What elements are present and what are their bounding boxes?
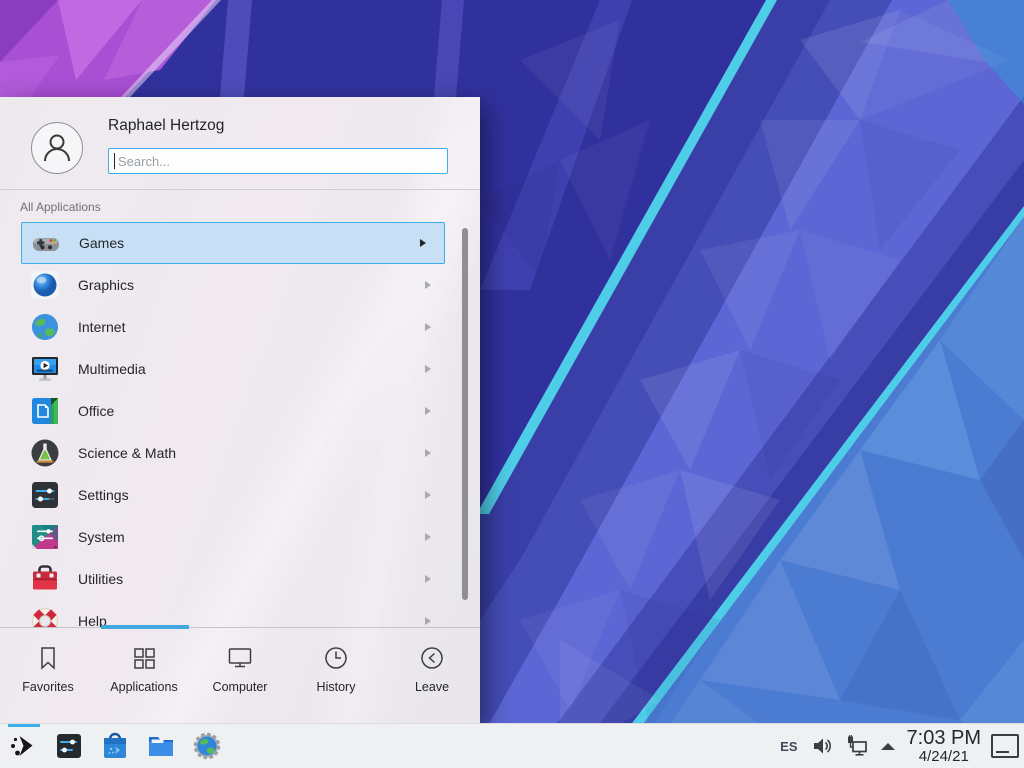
submenu-arrow-icon [425, 533, 431, 541]
launcher-footer: Favorites Applications Computer [0, 627, 480, 723]
software-center-button[interactable] [92, 724, 138, 768]
text-caret [114, 153, 115, 169]
clock-date: 4/24/21 [907, 749, 981, 765]
tab-label: Applications [110, 680, 177, 694]
user-avatar[interactable] [31, 122, 83, 174]
expand-tray-icon[interactable] [881, 743, 895, 750]
tab-applications[interactable]: Applications [96, 628, 192, 723]
kali-menu-icon [8, 731, 38, 761]
tab-history[interactable]: History [288, 628, 384, 723]
clock-time: 7:03 PM [907, 728, 981, 749]
keyboard-layout-indicator[interactable]: ES [780, 739, 797, 754]
gamepad-icon [30, 228, 62, 260]
file-manager-button[interactable] [138, 724, 184, 768]
category-multimedia[interactable]: Multimedia [0, 348, 480, 390]
category-label: Multimedia [78, 361, 146, 377]
user-name: Raphael Hertzog [108, 117, 224, 135]
submenu-arrow-icon [425, 365, 431, 373]
file-manager-icon [145, 730, 177, 762]
active-tab-indicator [101, 625, 189, 629]
leave-icon [418, 644, 446, 672]
category-list: Games Graphics [0, 222, 480, 627]
network-icon[interactable] [845, 734, 869, 758]
tab-label: Computer [213, 680, 268, 694]
graphics-orb-icon [29, 269, 61, 301]
volume-icon[interactable] [811, 735, 833, 757]
lifebuoy-icon [29, 605, 61, 627]
system-settings-icon [53, 730, 85, 762]
category-utilities[interactable]: Utilities [0, 558, 480, 600]
launcher-header: Raphael Hertzog [0, 97, 480, 190]
category-label: Office [78, 403, 114, 419]
category-label: Settings [78, 487, 129, 503]
category-label: Utilities [78, 571, 123, 587]
software-center-icon [99, 730, 131, 762]
submenu-arrow-icon [425, 281, 431, 289]
submenu-arrow-icon [425, 407, 431, 415]
office-document-icon [29, 395, 61, 427]
app-launcher-button[interactable] [0, 724, 46, 768]
category-office[interactable]: Office [0, 390, 480, 432]
category-internet[interactable]: Internet [0, 306, 480, 348]
sliders-icon [29, 479, 61, 511]
category-label: Internet [78, 319, 125, 335]
show-desktop-button[interactable] [991, 734, 1019, 758]
flask-icon [29, 437, 61, 469]
tab-label: Leave [415, 680, 449, 694]
submenu-arrow-icon [425, 323, 431, 331]
submenu-arrow-icon [425, 491, 431, 499]
submenu-arrow-icon [420, 239, 426, 247]
globe-icon [29, 311, 61, 343]
scrollbar[interactable] [462, 228, 468, 600]
grid-icon [130, 644, 158, 672]
clock-icon [322, 644, 350, 672]
tab-label: History [317, 680, 356, 694]
category-help[interactable]: Help [0, 600, 480, 627]
tab-favorites[interactable]: Favorites [0, 628, 96, 723]
category-label: System [78, 529, 125, 545]
category-games[interactable]: Games [21, 222, 445, 264]
toolbox-icon [29, 563, 61, 595]
category-science-math[interactable]: Science & Math [0, 432, 480, 474]
desktop: Raphael Hertzog All Applications [0, 0, 1024, 768]
monitor-icon [226, 644, 254, 672]
web-browser-button[interactable] [184, 724, 230, 768]
system-tray: ES [780, 724, 1024, 768]
media-screen-icon [29, 353, 61, 385]
user-silhouette-icon [37, 128, 77, 168]
digital-clock[interactable]: 7:03 PM 4/24/21 [907, 728, 981, 765]
submenu-arrow-icon [425, 575, 431, 583]
category-label: Graphics [78, 277, 134, 293]
category-system[interactable]: System [0, 516, 480, 558]
system-sliders-icon [29, 521, 61, 553]
category-graphics[interactable]: Graphics [0, 264, 480, 306]
submenu-arrow-icon [425, 449, 431, 457]
section-label: All Applications [20, 200, 101, 214]
system-settings-button[interactable] [46, 724, 92, 768]
tab-label: Favorites [22, 680, 73, 694]
application-launcher-menu: Raphael Hertzog All Applications [0, 97, 480, 723]
bookmark-icon [34, 644, 62, 672]
web-browser-icon [191, 730, 223, 762]
taskbar-panel: ES [0, 723, 1024, 768]
category-settings[interactable]: Settings [0, 474, 480, 516]
submenu-arrow-icon [425, 617, 431, 625]
active-task-indicator [8, 724, 40, 727]
category-label: Science & Math [78, 445, 176, 461]
search-input[interactable] [108, 148, 448, 174]
tab-leave[interactable]: Leave [384, 628, 480, 723]
tab-computer[interactable]: Computer [192, 628, 288, 723]
category-label: Games [79, 235, 124, 251]
